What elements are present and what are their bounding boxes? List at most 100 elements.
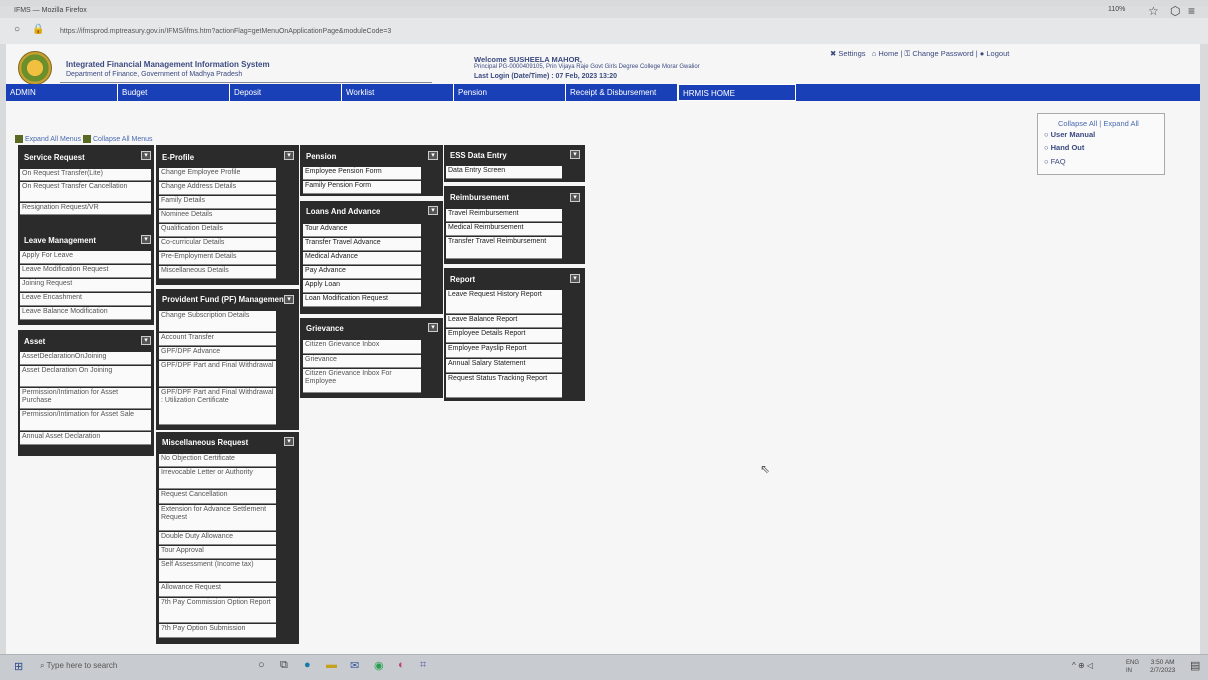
faq-link[interactable]: ○ FAQ [1044,157,1066,166]
expand-all-link[interactable]: Expand All [1103,119,1138,128]
collapse-panel-icon[interactable]: ▾ [428,151,438,160]
collapse-panel-icon[interactable]: ▾ [428,206,438,215]
firefox-icon[interactable]: ◐ [398,659,405,671]
menu-item[interactable]: Medical Advance [303,252,421,265]
menu-item[interactable]: Account Transfer [159,333,276,346]
collapse-panel-icon[interactable]: ▾ [570,150,580,159]
menu-item[interactable]: No Objection Certificate [159,454,276,467]
nav-tab-budget[interactable]: Budget [118,84,230,101]
change-password-link[interactable]: Change Password [912,49,973,58]
menu-item[interactable]: Request Status Tracking Report [446,374,562,398]
collapse-all-menus-link[interactable]: Collapse All Menus [93,136,153,143]
file-explorer-icon[interactable]: ▬ [326,659,337,671]
menu-item[interactable]: GPF/DPF Advance [159,347,276,360]
settings-icon[interactable]: ✖ [830,49,836,58]
collapse-panel-icon[interactable]: ▾ [284,295,294,304]
menu-item[interactable]: Change Subscription Details [159,311,276,332]
menu-item[interactable]: Family Details [159,196,276,209]
nav-tab-hrmis-home[interactable]: HRMIS HOME [678,84,796,101]
menu-item[interactable]: Citizen Grievance Inbox [303,340,421,354]
menu-item[interactable]: Change Address Details [159,182,276,195]
collapse-panel-icon[interactable]: ▾ [570,274,580,283]
app-icon[interactable]: ⌗ [420,659,426,672]
menu-item[interactable]: Resignation Request/VR [20,203,151,215]
notification-icon[interactable]: ▤ [1190,659,1200,672]
menu-item[interactable]: Extension for Advance Settlement Request [159,505,276,531]
menu-item[interactable]: Data Entry Screen [446,166,562,179]
taskbar-clock[interactable]: 3:50 AM 2/7/2023 [1150,659,1175,675]
menu-item[interactable]: Travel Reimbursement [446,209,562,222]
collapse-panel-icon[interactable]: ▾ [284,437,294,446]
collapse-all-link[interactable]: Collapse All [1058,119,1097,128]
taskbar-search-box[interactable]: ⌕ Type here to search [40,661,117,671]
menu-item[interactable]: Transfer Travel Reimbursement [446,237,562,259]
collapse-panel-icon[interactable]: ▾ [141,235,151,244]
menu-item[interactable]: Grievance [303,355,421,368]
menu-item[interactable]: Permission/Intimation for Asset Purchase [20,388,151,409]
menu-item[interactable]: 7th Pay Option Submission [159,624,276,638]
menu-item[interactable]: Joining Request [20,279,151,292]
menu-item[interactable]: Co-curricular Details [159,238,276,251]
menu-item[interactable]: Transfer Travel Advance [303,238,421,251]
menu-item[interactable]: Employee Pension Form [303,167,421,180]
menu-item[interactable]: Request Cancellation [159,490,276,504]
windows-start-icon[interactable]: ⊞ [14,660,23,673]
menu-item[interactable]: Loan Modification Request [303,294,421,307]
task-view-icon[interactable]: ⧉ [280,659,288,672]
nav-tab-deposit[interactable]: Deposit [230,84,342,101]
menu-item[interactable]: Miscellaneous Details [159,266,276,279]
menu-item[interactable]: Employee Payslip Report [446,344,562,358]
cortana-icon[interactable]: ○ [258,659,265,671]
bookmark-star-icon[interactable]: ☆ [1148,4,1159,18]
menu-item[interactable]: Tour Approval [159,546,276,559]
menu-item[interactable]: Family Pension Form [303,181,421,194]
menu-item[interactable]: On Request Transfer(Lite) [20,169,151,181]
settings-link[interactable]: Settings [838,49,865,58]
collapse-panel-icon[interactable]: ▾ [570,193,580,202]
menu-item[interactable]: Leave Balance Modification [20,307,151,320]
user-manual-link[interactable]: ○ User Manual [1044,130,1095,139]
menu-item[interactable]: Nominee Details [159,210,276,223]
shield-icon[interactable]: ○ [14,24,20,35]
menu-item[interactable]: Apply Loan [303,280,421,293]
home-icon[interactable]: ⌂ [872,49,877,58]
extensions-icon[interactable]: ⬡ [1170,4,1180,18]
menu-item[interactable]: Employee Details Report [446,329,562,343]
menu-item[interactable]: Medical Reimbursement [446,223,562,236]
zoom-level[interactable]: 110% [1108,6,1125,13]
menu-item[interactable]: AssetDeclarationOnJoining [20,352,151,365]
menu-item[interactable]: Annual Asset Declaration [20,432,151,445]
menu-item[interactable]: Permission/Intimation for Asset Sale [20,410,151,431]
expand-all-menus-link[interactable]: Expand All Menus [25,136,81,143]
menu-item[interactable]: Allowance Request [159,583,276,597]
menu-item[interactable]: Citizen Grievance Inbox For Employee [303,369,421,393]
logout-link[interactable]: Logout [986,49,1009,58]
nav-tab-receipt-disbursement[interactable]: Receipt & Disbursement [566,84,678,101]
menu-item[interactable]: Irrevocable Letter or Authority [159,468,276,489]
collapse-panel-icon[interactable]: ▾ [141,336,151,345]
collapse-panel-icon[interactable]: ▾ [284,151,294,160]
logout-icon[interactable]: ● [980,49,985,58]
nav-tab-admin[interactable]: ADMIN [6,84,118,101]
lock-icon[interactable]: 🔒 [32,24,44,35]
menu-item[interactable]: Self Assessment (Income tax) [159,560,276,582]
collapse-icon[interactable] [83,135,91,143]
menu-item[interactable]: Asset Declaration On Joining [20,366,151,387]
language-indicator[interactable]: ENG IN [1126,659,1139,675]
menu-item[interactable]: Qualification Details [159,224,276,237]
nav-tab-worklist[interactable]: Worklist [342,84,454,101]
edge-icon[interactable]: ● [304,659,311,671]
collapse-panel-icon[interactable]: ▾ [428,323,438,332]
url-bar[interactable]: https://ifmsprod.mptreasury.gov.in/IFMS/… [60,28,391,35]
menu-item[interactable]: GPF/DPF Part and Final Withdrawal : Util… [159,388,276,425]
menu-item[interactable]: Annual Salary Statement [446,359,562,373]
home-link[interactable]: Home [878,49,898,58]
menu-item[interactable]: 7th Pay Commission Option Report [159,598,276,623]
chrome-icon[interactable]: ◉ [374,659,384,672]
tray-icons[interactable]: ^ ⊕ ◁ [1072,661,1093,670]
menu-item[interactable]: Leave Modification Request [20,265,151,278]
menu-item[interactable]: On Request Transfer Cancellation [20,182,151,202]
menu-item[interactable]: Leave Balance Report [446,315,562,328]
menu-item[interactable]: Pre-Employment Details [159,252,276,265]
menu-item[interactable]: Tour Advance [303,224,421,237]
